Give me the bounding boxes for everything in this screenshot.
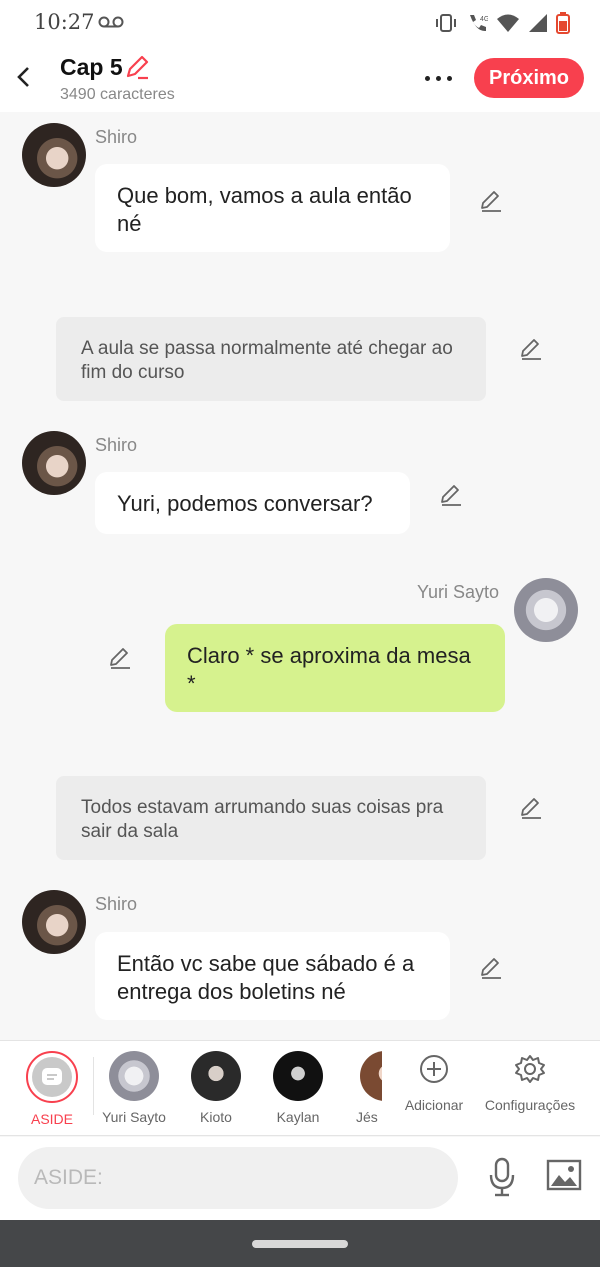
edit-pencil-icon[interactable] xyxy=(519,337,543,361)
sender-name: Shiro xyxy=(95,894,138,914)
add-label: Adicionar xyxy=(404,1097,464,1113)
home-gesture-handle[interactable] xyxy=(252,1240,348,1248)
message-bubble[interactable]: Que bom, vamos a aula então né xyxy=(95,164,450,252)
character-aside[interactable]: ASIDE xyxy=(10,1051,94,1127)
my-message-bubble[interactable]: Claro * se aproxima da mesa * xyxy=(165,624,505,712)
gear-icon xyxy=(515,1055,545,1083)
avatar-yuri-sayto[interactable] xyxy=(514,578,578,642)
svg-text:4G: 4G xyxy=(480,16,488,23)
sender-name: Yuri Sayto xyxy=(417,582,500,602)
edit-pencil-icon[interactable] xyxy=(439,483,463,507)
wifi-icon xyxy=(497,14,519,32)
edit-pencil-icon[interactable] xyxy=(519,796,543,820)
edit-pencil-icon[interactable] xyxy=(108,646,132,670)
character-yuri-sayto[interactable]: Yuri Sayto xyxy=(92,1051,176,1125)
chapter-title: Cap 5 xyxy=(60,54,123,80)
character-label: Yuri Sayto xyxy=(102,1109,166,1125)
message-bubble[interactable]: Yuri, podemos conversar? xyxy=(95,472,410,534)
vibrate-icon xyxy=(436,14,456,32)
battery-icon xyxy=(556,12,570,34)
status-bar: 10:27 4G xyxy=(0,0,600,46)
back-arrow-icon[interactable] xyxy=(12,62,36,92)
character-count: 3490 caracteres xyxy=(60,86,175,103)
edit-pencil-icon[interactable] xyxy=(479,956,503,980)
message-input[interactable] xyxy=(18,1147,458,1209)
character-kaylan[interactable]: Kaylan xyxy=(256,1051,340,1125)
settings-label: Configurações xyxy=(484,1097,576,1113)
avatar-shiro[interactable] xyxy=(22,431,86,495)
character-selector-bar: ASIDE Yuri Sayto Kioto Kaylan Jés Adicio… xyxy=(0,1040,600,1136)
aside-chat-icon xyxy=(32,1057,72,1097)
microphone-icon[interactable] xyxy=(486,1157,518,1197)
edit-pencil-icon[interactable] xyxy=(479,189,503,213)
settings-button[interactable]: Configurações xyxy=(480,1053,580,1113)
character-avatar xyxy=(109,1051,159,1101)
image-icon[interactable] xyxy=(546,1159,582,1191)
sender-name: Shiro xyxy=(95,127,138,147)
sender-name: Shiro xyxy=(95,435,138,455)
editor-header: Cap 5 3490 caracteres Próximo xyxy=(0,46,600,112)
character-label: ASIDE xyxy=(30,1111,73,1127)
system-navigation-bar xyxy=(0,1220,600,1267)
character-label: Jés xyxy=(356,1109,378,1125)
message-input-row xyxy=(0,1137,600,1220)
avatar-shiro[interactable] xyxy=(22,123,86,187)
next-button[interactable]: Próximo xyxy=(474,58,584,98)
cell-signal-icon xyxy=(529,14,547,32)
avatar-shiro[interactable] xyxy=(22,890,86,954)
add-circle-icon xyxy=(420,1055,448,1083)
character-label: Kioto xyxy=(200,1109,232,1125)
character-label: Kaylan xyxy=(276,1109,320,1125)
more-options-icon[interactable] xyxy=(420,66,456,90)
narration-block[interactable]: Todos estavam arrumando suas coisas pra … xyxy=(56,776,486,860)
message-bubble[interactable]: Então vc sabe que sábado é a entrega dos… xyxy=(95,932,450,1020)
character-jes[interactable]: Jés xyxy=(342,1051,382,1125)
character-avatar xyxy=(191,1051,241,1101)
character-avatar xyxy=(273,1051,323,1101)
edit-title-pencil-icon[interactable] xyxy=(124,54,150,80)
narration-block[interactable]: A aula se passa normalmente até chegar a… xyxy=(56,317,486,401)
character-kioto[interactable]: Kioto xyxy=(174,1051,258,1125)
character-avatar xyxy=(360,1051,382,1101)
status-time: 10:27 xyxy=(34,10,95,34)
voicemail-icon xyxy=(98,16,124,28)
add-character-button[interactable]: Adicionar xyxy=(392,1053,476,1113)
volte-call-icon: 4G xyxy=(470,15,488,32)
